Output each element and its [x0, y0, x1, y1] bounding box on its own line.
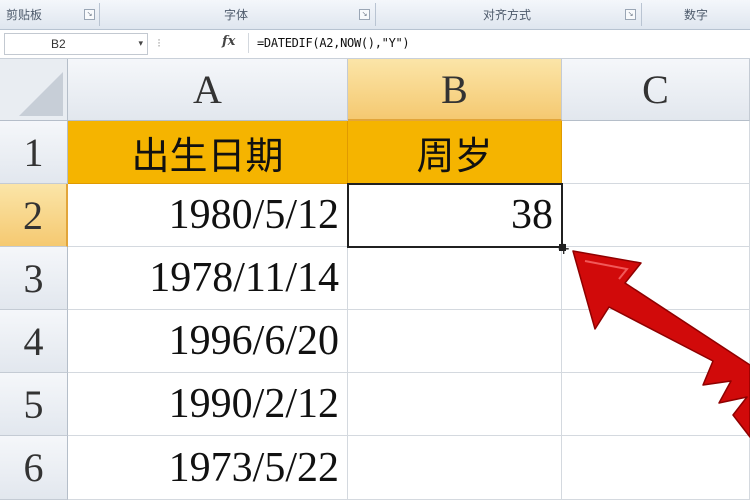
cell-a2[interactable]: 1980/5/12	[68, 184, 348, 247]
ribbon-group-number: 数字	[642, 0, 750, 29]
cell-b3[interactable]	[348, 247, 562, 310]
cell-a3[interactable]: 1978/11/14	[68, 247, 348, 310]
name-box-dropdown-icon[interactable]: ▾	[138, 38, 143, 49]
cell-c2[interactable]	[562, 184, 750, 247]
cell-b6[interactable]	[348, 436, 562, 500]
ribbon-group-clipboard: 剪贴板 ↘	[0, 0, 96, 29]
name-box-value: B2	[51, 37, 66, 51]
clipboard-dialog-launcher-icon[interactable]: ↘	[84, 9, 95, 20]
name-box[interactable]: B2 ▾	[4, 33, 148, 55]
row-header-1[interactable]: 1	[0, 121, 68, 184]
formula-bar-expand-icon[interactable]: ⁝	[150, 33, 168, 53]
row-header-3[interactable]: 3	[0, 247, 68, 310]
clipboard-group-label: 剪贴板	[6, 8, 43, 22]
row-header-5[interactable]: 5	[0, 373, 68, 436]
ribbon-group-alignment: 对齐方式 ↘	[376, 0, 638, 29]
ribbon-group-font: 字体 ↘	[100, 0, 372, 29]
ribbon-group-bar: 剪贴板 ↘ 字体 ↘ 对齐方式 ↘ 数字	[0, 0, 750, 30]
red-arrow-icon	[572, 250, 750, 438]
cell-a5[interactable]: 1990/2/12	[68, 373, 348, 436]
font-dialog-launcher-icon[interactable]: ↘	[359, 9, 370, 20]
cell-c6[interactable]	[562, 436, 750, 500]
select-all-icon	[19, 72, 63, 116]
cell-b1[interactable]: 周岁	[348, 121, 562, 184]
select-all-button[interactable]	[0, 59, 68, 121]
formula-input[interactable]: =DATEDIF(A2,NOW(),"Y")	[248, 33, 750, 53]
row-header-2[interactable]: 2	[0, 184, 68, 247]
cell-a1[interactable]: 出生日期	[68, 121, 348, 184]
alignment-group-label: 对齐方式	[482, 8, 531, 22]
alignment-dialog-launcher-icon[interactable]: ↘	[625, 9, 636, 20]
font-group-label: 字体	[223, 8, 248, 22]
cell-a4[interactable]: 1996/6/20	[68, 310, 348, 373]
cell-b4[interactable]	[348, 310, 562, 373]
formula-bar: B2 ▾ ⁝ fx =DATEDIF(A2,NOW(),"Y")	[0, 30, 750, 59]
insert-function-icon[interactable]: fx	[222, 34, 235, 49]
column-header-c[interactable]: C	[562, 59, 750, 121]
column-header-a[interactable]: A	[68, 59, 348, 121]
cell-b2[interactable]: 38	[348, 184, 562, 247]
row-header-6[interactable]: 6	[0, 436, 68, 500]
number-group-label: 数字	[683, 8, 708, 22]
spreadsheet-grid: A B C 1 2 3 4 5 6 出生日期 周岁 1980/5/12 38 1…	[0, 59, 750, 500]
column-header-b[interactable]: B	[348, 59, 562, 121]
cell-c1[interactable]	[562, 121, 750, 184]
cell-b5[interactable]	[348, 373, 562, 436]
cell-a6[interactable]: 1973/5/22	[68, 436, 348, 500]
row-header-4[interactable]: 4	[0, 310, 68, 373]
